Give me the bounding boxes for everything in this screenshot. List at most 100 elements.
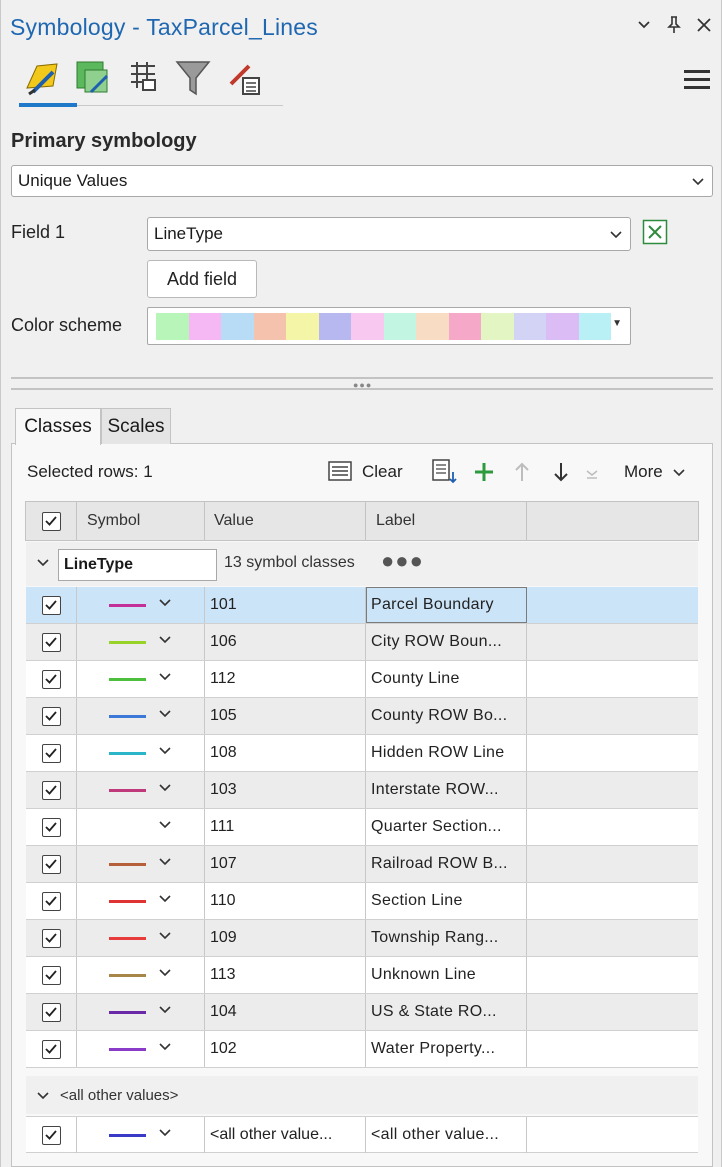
- group-heading-field[interactable]: LineType: [58, 549, 217, 581]
- filter-icon[interactable]: [171, 56, 215, 100]
- row-checkbox[interactable]: [26, 661, 77, 697]
- table-row[interactable]: 105 County ROW Bo...: [26, 698, 698, 735]
- row-checkbox[interactable]: [26, 1031, 77, 1067]
- select-all-checkbox[interactable]: [26, 502, 77, 540]
- add-icon[interactable]: [471, 459, 497, 485]
- row-value[interactable]: <all other value...: [205, 1117, 366, 1153]
- collapse-chevron-icon[interactable]: [37, 1089, 49, 1103]
- more-menu-button[interactable]: More: [624, 462, 686, 482]
- row-value[interactable]: 105: [205, 698, 366, 734]
- row-label[interactable]: Quarter Section...: [366, 809, 527, 845]
- row-checkbox[interactable]: [26, 772, 77, 808]
- row-label[interactable]: Interstate ROW...: [366, 772, 527, 808]
- field1-dropdown[interactable]: LineType: [147, 217, 631, 251]
- table-row[interactable]: 109 Township Rang...: [26, 920, 698, 957]
- row-value[interactable]: 101: [205, 587, 366, 623]
- close-icon[interactable]: [693, 14, 715, 36]
- row-checkbox[interactable]: [26, 846, 77, 882]
- row-value[interactable]: 102: [205, 1031, 366, 1067]
- table-row[interactable]: 111 Quarter Section...: [26, 809, 698, 846]
- row-symbol[interactable]: [77, 809, 205, 845]
- collapse-chevron-icon[interactable]: [37, 556, 49, 570]
- row-symbol[interactable]: [77, 846, 205, 882]
- row-label[interactable]: County Line: [366, 661, 527, 697]
- hamburger-menu-icon[interactable]: [684, 70, 710, 92]
- header-value[interactable]: Value: [205, 502, 366, 540]
- color-scheme-picker[interactable]: ▼: [147, 307, 631, 345]
- row-label[interactable]: Township Rang...: [366, 920, 527, 956]
- table-row[interactable]: 113 Unknown Line: [26, 957, 698, 994]
- row-symbol[interactable]: [77, 661, 205, 697]
- primary-symbology-icon[interactable]: [21, 56, 65, 100]
- add-field-button[interactable]: Add field: [147, 260, 257, 298]
- move-down-icon[interactable]: [551, 461, 571, 483]
- row-checkbox[interactable]: [26, 624, 77, 660]
- header-symbol[interactable]: Symbol: [77, 502, 205, 540]
- row-value[interactable]: 104: [205, 994, 366, 1030]
- table-row[interactable]: 108 Hidden ROW Line: [26, 735, 698, 772]
- table-row[interactable]: 101 Parcel Boundary: [26, 587, 698, 624]
- table-row[interactable]: 112 County Line: [26, 661, 698, 698]
- table-row[interactable]: 107 Railroad ROW B...: [26, 846, 698, 883]
- row-checkbox[interactable]: [26, 587, 77, 623]
- pin-icon[interactable]: [663, 14, 685, 36]
- table-row[interactable]: 102 Water Property...: [26, 1031, 698, 1068]
- row-checkbox[interactable]: [26, 994, 77, 1030]
- row-value[interactable]: 107: [205, 846, 366, 882]
- table-row[interactable]: 104 US & State RO...: [26, 994, 698, 1031]
- row-symbol[interactable]: [77, 994, 205, 1030]
- row-checkbox[interactable]: [26, 1117, 77, 1153]
- row-value[interactable]: 110: [205, 883, 366, 919]
- row-label[interactable]: Hidden ROW Line: [366, 735, 527, 771]
- group-options-icon[interactable]: ●●●: [381, 548, 424, 574]
- header-label[interactable]: Label: [366, 502, 527, 540]
- row-checkbox[interactable]: [26, 735, 77, 771]
- clear-button[interactable]: Clear: [362, 462, 403, 482]
- row-label[interactable]: Railroad ROW B...: [366, 846, 527, 882]
- row-label[interactable]: Parcel Boundary: [366, 587, 527, 623]
- row-symbol[interactable]: [77, 772, 205, 808]
- row-label[interactable]: City ROW Boun...: [366, 624, 527, 660]
- symbol-properties-icon[interactable]: [223, 56, 267, 100]
- row-symbol[interactable]: [77, 920, 205, 956]
- expression-builder-icon[interactable]: [642, 219, 668, 245]
- row-value[interactable]: 103: [205, 772, 366, 808]
- row-symbol[interactable]: [77, 957, 205, 993]
- row-symbol[interactable]: [77, 624, 205, 660]
- row-label[interactable]: County ROW Bo...: [366, 698, 527, 734]
- row-checkbox[interactable]: [26, 883, 77, 919]
- symbol-layers-icon[interactable]: [121, 56, 165, 100]
- row-value[interactable]: 109: [205, 920, 366, 956]
- row-symbol[interactable]: [77, 735, 205, 771]
- row-label[interactable]: Water Property...: [366, 1031, 527, 1067]
- row-value[interactable]: 112: [205, 661, 366, 697]
- row-value[interactable]: 108: [205, 735, 366, 771]
- row-value[interactable]: 111: [205, 809, 366, 845]
- row-value[interactable]: 113: [205, 957, 366, 993]
- row-symbol[interactable]: [77, 1117, 205, 1153]
- row-symbol[interactable]: [77, 698, 205, 734]
- tab-scales[interactable]: Scales: [101, 408, 171, 444]
- add-all-values-icon[interactable]: [431, 458, 459, 484]
- vary-symbology-icon[interactable]: [71, 56, 115, 100]
- row-checkbox[interactable]: [26, 957, 77, 993]
- row-label[interactable]: US & State RO...: [366, 994, 527, 1030]
- options-chevron-icon[interactable]: [633, 14, 655, 36]
- row-checkbox[interactable]: [26, 698, 77, 734]
- symbology-type-dropdown[interactable]: Unique Values: [11, 165, 713, 197]
- row-symbol[interactable]: [77, 587, 205, 623]
- table-row[interactable]: 110 Section Line: [26, 883, 698, 920]
- row-label[interactable]: Section Line: [366, 883, 527, 919]
- row-label[interactable]: <all other value...: [366, 1117, 527, 1153]
- row-checkbox[interactable]: [26, 809, 77, 845]
- table-row[interactable]: 106 City ROW Boun...: [26, 624, 698, 661]
- table-row[interactable]: 103 Interstate ROW...: [26, 772, 698, 809]
- tab-classes[interactable]: Classes: [15, 408, 101, 445]
- row-label[interactable]: Unknown Line: [366, 957, 527, 993]
- table-row-other[interactable]: <all other value... <all other value...: [26, 1116, 698, 1153]
- row-checkbox[interactable]: [26, 920, 77, 956]
- row-value[interactable]: 106: [205, 624, 366, 660]
- splitter-line: [11, 388, 713, 390]
- row-symbol[interactable]: [77, 1031, 205, 1067]
- row-symbol[interactable]: [77, 883, 205, 919]
